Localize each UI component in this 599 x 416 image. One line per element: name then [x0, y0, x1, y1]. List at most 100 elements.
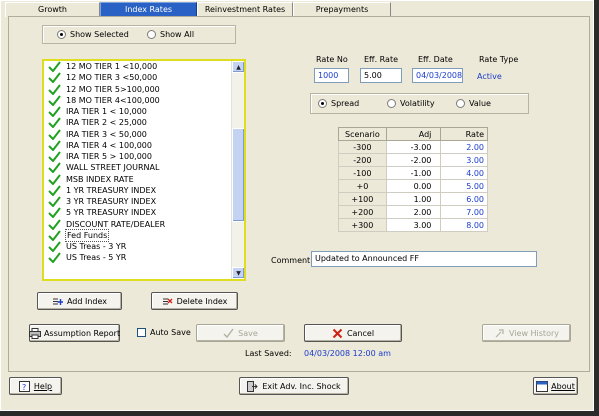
checkmark-icon[interactable] — [48, 72, 61, 84]
index-list-item-label: MSB INDEX RATE — [66, 174, 134, 184]
checkmark-icon[interactable] — [48, 207, 61, 219]
rate-cell: 8.00 — [440, 218, 488, 232]
checkmark-icon[interactable] — [48, 129, 61, 140]
table-row[interactable]: +300 3.00 8.00 — [338, 218, 488, 232]
checkmark-icon[interactable] — [48, 162, 61, 174]
cancel-button[interactable]: Cancel — [304, 324, 402, 342]
assumption-report-label: Assumption Report — [43, 328, 121, 338]
eff-rate-field[interactable]: 5.00 — [360, 68, 402, 83]
table-row[interactable]: -200 -2.00 3.00 — [338, 153, 488, 167]
index-list-item[interactable]: IRA TIER 4 < 100,000 — [44, 140, 232, 151]
rate-no-field[interactable]: 1000 — [314, 68, 349, 83]
adj-cell[interactable]: -1.00 — [385, 166, 442, 180]
comment-field[interactable]: Updated to Announced FF — [311, 251, 537, 267]
index-list-item[interactable]: IRA TIER 1 < 10,000 — [44, 106, 232, 118]
chevron-up-icon: ▲ — [236, 63, 241, 71]
eff-date-field[interactable]: 04/03/2008 — [412, 68, 463, 83]
adj-cell[interactable]: 2.00 — [385, 205, 442, 219]
checkmark-icon[interactable] — [48, 117, 61, 129]
index-list[interactable]: 12 MO TIER 1 <10,000 12 MO TIER 3 <50,000… — [42, 59, 246, 281]
tab-growth-label: Growth — [38, 5, 67, 14]
index-list-item[interactable]: IRA TIER 3 < 50,000 — [44, 129, 232, 140]
tab-reinvestment-rates[interactable]: Reinvestment Rates — [197, 2, 293, 17]
index-list-item[interactable]: 12 MO TIER 3 <50,000 — [44, 72, 232, 84]
index-list-item[interactable]: IRA TIER 5 > 100,000 — [44, 151, 232, 163]
index-list-item[interactable]: 18 MO TIER 4<100,000 — [44, 95, 232, 106]
show-all-label: Show All — [160, 30, 195, 39]
index-list-item[interactable]: US Treas - 5 YR — [44, 252, 232, 264]
index-list-items: 12 MO TIER 1 <10,000 12 MO TIER 3 <50,000… — [44, 61, 232, 264]
index-list-item[interactable]: 1 YR TREASURY INDEX — [44, 185, 232, 196]
checkmark-icon[interactable] — [48, 106, 61, 118]
view-history-label: View History — [509, 328, 559, 338]
index-list-scrollbar[interactable]: ▲ ▼ — [231, 61, 244, 279]
index-list-item-label: 12 MO TIER 1 <10,000 — [66, 62, 158, 71]
volatility-radio[interactable]: Volatility — [387, 99, 435, 108]
index-list-item[interactable]: Fed Funds — [44, 228, 232, 242]
save-button[interactable]: Save — [196, 324, 285, 342]
spread-radio[interactable]: Spread — [318, 99, 359, 108]
tab-index-rates[interactable]: Index Rates — [100, 2, 197, 17]
adj-cell[interactable]: 1.00 — [385, 192, 442, 206]
index-list-item[interactable]: 12 MO TIER 1 <10,000 — [44, 61, 232, 73]
table-row[interactable]: +0 0.00 5.00 — [338, 179, 488, 193]
scroll-up-button[interactable]: ▲ — [232, 61, 244, 73]
scenario-cell: -100 — [338, 166, 387, 180]
auto-save-label: Auto Save — [150, 328, 191, 337]
checkmark-icon[interactable] — [48, 140, 61, 151]
auto-save-checkbox[interactable]: Auto Save — [137, 328, 191, 337]
index-list-item-label: 5 YR TREASURY INDEX — [66, 208, 157, 218]
table-row[interactable]: -100 -1.00 4.00 — [338, 166, 488, 180]
index-list-item-label: IRA TIER 4 < 100,000 — [66, 140, 152, 150]
adj-cell[interactable]: 0.00 — [385, 179, 442, 193]
adj-cell[interactable]: -2.00 — [385, 153, 442, 167]
tab-prepayments-label: Prepayments — [315, 5, 369, 14]
checkmark-icon[interactable] — [48, 219, 61, 230]
show-selected-radio[interactable]: Show Selected — [57, 30, 129, 39]
table-row[interactable]: +100 1.00 6.00 — [338, 192, 488, 206]
checkmark-icon[interactable] — [48, 230, 61, 241]
about-label: About — [551, 381, 575, 391]
rate-cell: 6.00 — [440, 192, 488, 206]
checkmark-icon[interactable] — [48, 252, 61, 264]
tab-prepayments[interactable]: Prepayments — [293, 2, 391, 17]
index-list-item[interactable]: 3 YR TREASURY INDEX — [44, 196, 232, 208]
scroll-down-button[interactable]: ▼ — [232, 267, 244, 279]
index-list-item[interactable]: 12 MO TIER 5>100,000 — [44, 84, 232, 95]
index-list-item[interactable]: MSB INDEX RATE — [44, 174, 232, 185]
table-row[interactable]: -300 -3.00 2.00 — [338, 140, 488, 154]
scroll-thumb[interactable] — [232, 128, 244, 222]
checkmark-icon[interactable] — [48, 84, 61, 95]
checkmark-icon[interactable] — [48, 196, 61, 208]
index-list-item-label: 18 MO TIER 4<100,000 — [66, 95, 160, 105]
checkmark-icon[interactable] — [48, 241, 61, 253]
help-button[interactable]: ? Help — [9, 377, 62, 395]
about-button[interactable]: About — [533, 377, 578, 395]
index-list-item[interactable]: 5 YR TREASURY INDEX — [44, 207, 232, 219]
index-list-item[interactable]: IRA TIER 2 < 25,000 — [44, 117, 232, 129]
scenario-cell: -300 — [338, 140, 387, 154]
exit-button[interactable]: Exit Adv. Inc. Shock — [239, 377, 349, 395]
assumption-report-button[interactable]: Assumption Report — [28, 324, 121, 342]
view-history-button[interactable]: View History — [482, 324, 571, 342]
delete-index-button[interactable]: Delete Index — [151, 292, 238, 310]
table-row[interactable]: +200 2.00 7.00 — [338, 205, 488, 219]
value-radio[interactable]: Value — [456, 99, 491, 108]
checkmark-icon[interactable] — [48, 95, 61, 106]
adj-cell[interactable]: -3.00 — [385, 140, 442, 154]
index-list-item[interactable]: WALL STREET JOURNAL — [44, 162, 232, 174]
printer-icon — [28, 327, 41, 339]
rate-cell: 2.00 — [440, 140, 488, 154]
add-index-button[interactable]: Add Index — [37, 292, 122, 310]
checkmark-icon[interactable] — [48, 185, 61, 196]
show-all-radio[interactable]: Show All — [147, 30, 194, 39]
col-rate: Rate — [440, 127, 488, 141]
tab-growth[interactable]: Growth — [5, 2, 100, 17]
checkmark-icon[interactable] — [48, 174, 61, 185]
rate-type-value: Active — [477, 72, 502, 81]
index-list-item[interactable]: US Treas - 3 YR — [44, 241, 232, 253]
spread-radio-dot — [318, 99, 327, 108]
checkmark-icon[interactable] — [48, 151, 61, 163]
adj-cell[interactable]: 3.00 — [385, 218, 442, 232]
checkmark-icon[interactable] — [48, 61, 61, 73]
